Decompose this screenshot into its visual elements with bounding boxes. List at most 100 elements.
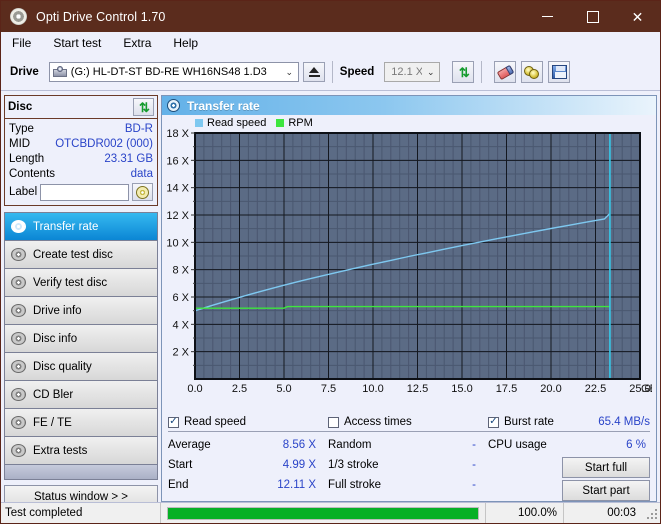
stat-row-full-stroke: Full stroke - bbox=[328, 475, 488, 495]
disc-icon bbox=[11, 248, 26, 261]
sidebar-item-fe-te[interactable]: FE / TE bbox=[5, 409, 157, 437]
menu-start-test[interactable]: Start test bbox=[51, 34, 112, 52]
stat-key: End bbox=[168, 479, 188, 491]
erase-disc-button[interactable] bbox=[494, 61, 516, 83]
close-button[interactable]: ✕ bbox=[615, 1, 660, 32]
svg-text:0.0: 0.0 bbox=[187, 383, 202, 395]
burst-rate-label-group: ✓ Burst rate bbox=[488, 416, 554, 428]
legend-swatch-read-speed bbox=[195, 119, 203, 127]
disc-refresh-button[interactable]: ⇅ bbox=[133, 98, 154, 116]
sidebar-item-create-test-disc[interactable]: Create test disc bbox=[5, 241, 157, 269]
page-title: Transfer rate bbox=[187, 99, 260, 113]
sidebar-item-disc-info[interactable]: Disc info bbox=[5, 325, 157, 353]
eraser-icon bbox=[497, 64, 514, 79]
sidebar-item-cd-bler[interactable]: CD Bler bbox=[5, 381, 157, 409]
disc-label-apply-button[interactable] bbox=[132, 183, 153, 201]
stat-key: Average bbox=[168, 439, 211, 451]
read-speed-checkbox[interactable]: ✓ bbox=[168, 417, 179, 428]
main-content: Disc ⇅ Type BD-R MID OTCBDR002 (000) bbox=[1, 91, 660, 493]
svg-text:2.5: 2.5 bbox=[232, 383, 247, 395]
drive-label: Drive bbox=[10, 66, 39, 78]
stat-row-end: End 12.11 X bbox=[168, 475, 328, 495]
panel-header: Transfer rate bbox=[162, 96, 656, 115]
sidebar-item-label: Disc quality bbox=[33, 361, 92, 373]
menu-extra[interactable]: Extra bbox=[121, 34, 162, 52]
stat-value: - bbox=[472, 459, 476, 471]
disc-row-value: BD-R bbox=[125, 123, 153, 135]
read-speed-checkbox-row[interactable]: ✓ Read speed bbox=[168, 415, 328, 432]
stat-value: 4.99 X bbox=[283, 459, 316, 471]
drive-select-value: (G:) HL-DT-ST BD-RE WH16NS48 1.D3 bbox=[71, 66, 281, 78]
stat-value: - bbox=[472, 439, 476, 451]
progress-bar bbox=[161, 503, 486, 523]
stat-value: 8.56 X bbox=[283, 439, 316, 451]
burst-rate-checkbox[interactable]: ✓ bbox=[488, 417, 499, 428]
disc-icon bbox=[11, 220, 26, 233]
burst-rate-checkbox-row[interactable]: ✓ Burst rate 65.4 MB/s bbox=[488, 415, 650, 432]
app-window: Opti Drive Control 1.70 ✕ File Start tes… bbox=[0, 0, 661, 524]
sidebar-item-label: FE / TE bbox=[33, 417, 72, 429]
svg-text:10.0: 10.0 bbox=[362, 383, 383, 395]
menu-bar: File Start test Extra Help bbox=[1, 32, 660, 54]
stat-value: 12.11 X bbox=[277, 479, 316, 491]
disc-icon bbox=[11, 304, 26, 317]
sidebar-item-transfer-rate[interactable]: Transfer rate bbox=[5, 213, 157, 241]
sidebar-item-label: Disc info bbox=[33, 333, 77, 345]
disc-icon bbox=[167, 99, 180, 112]
menu-file[interactable]: File bbox=[10, 34, 42, 52]
maximize-button[interactable] bbox=[570, 1, 615, 32]
svg-text:12 X: 12 X bbox=[166, 210, 189, 222]
sidebar-item-drive-info[interactable]: Drive info bbox=[5, 297, 157, 325]
sidebar-item-label: Extra tests bbox=[33, 445, 87, 457]
stat-key: 1/3 stroke bbox=[328, 459, 379, 471]
nav-list: Transfer rate Create test disc Verify te… bbox=[4, 212, 158, 465]
resize-grip[interactable] bbox=[644, 506, 658, 520]
access-times-checkbox[interactable] bbox=[328, 417, 339, 428]
legend-label-read-speed: Read speed bbox=[207, 117, 266, 129]
start-full-label: Start full bbox=[585, 462, 627, 474]
stat-key: Start bbox=[168, 459, 192, 471]
close-icon: ✕ bbox=[632, 10, 644, 24]
start-full-button[interactable]: Start full bbox=[562, 457, 650, 478]
stat-key: CPU usage bbox=[488, 439, 547, 451]
access-times-checkbox-row[interactable]: Access times bbox=[328, 415, 488, 432]
access-times-checkbox-label: Access times bbox=[344, 416, 412, 428]
stat-value: 6 % bbox=[626, 439, 646, 451]
elapsed-time: 00:03 bbox=[564, 503, 644, 523]
stat-row-cpu-usage: CPU usage 6 % bbox=[488, 435, 650, 455]
read-speed-checkbox-label: Read speed bbox=[184, 416, 246, 428]
svg-text:2 X: 2 X bbox=[172, 347, 189, 359]
stat-row-third-stroke: 1/3 stroke - bbox=[328, 455, 488, 475]
disc-info-rows: Type BD-R MID OTCBDR002 (000) Length 23.… bbox=[5, 119, 157, 205]
transfer-rate-chart: Read speed RPM 2 X4 X6 X8 X10 X12 X14 X1… bbox=[162, 115, 656, 412]
start-part-label: Start part bbox=[582, 485, 629, 497]
menu-help[interactable]: Help bbox=[171, 34, 209, 52]
disc-row-contents: Contents data bbox=[9, 166, 153, 181]
chart-legend: Read speed RPM bbox=[195, 117, 319, 129]
svg-text:6 X: 6 X bbox=[172, 292, 189, 304]
sidebar-item-disc-quality[interactable]: Disc quality bbox=[5, 353, 157, 381]
refresh-drive-button[interactable]: ⇅ bbox=[452, 61, 474, 83]
disc-label-input[interactable] bbox=[40, 184, 129, 201]
drive-icon bbox=[53, 66, 67, 79]
disc-icon bbox=[11, 360, 26, 373]
window-title: Opti Drive Control 1.70 bbox=[36, 10, 165, 24]
eject-bar bbox=[309, 75, 320, 77]
drive-select[interactable]: (G:) HL-DT-ST BD-RE WH16NS48 1.D3 ⌄ bbox=[49, 62, 299, 82]
start-part-button[interactable]: Start part bbox=[562, 480, 650, 501]
progress-fill bbox=[168, 508, 478, 519]
sidebar-item-label: Verify test disc bbox=[33, 277, 107, 289]
svg-text:15.0: 15.0 bbox=[451, 383, 472, 395]
save-results-button[interactable] bbox=[548, 61, 570, 83]
toolbar-divider-2 bbox=[481, 61, 482, 83]
sidebar-item-extra-tests[interactable]: Extra tests bbox=[5, 437, 157, 465]
disc-icon bbox=[11, 276, 26, 289]
sidebar-item-verify-test-disc[interactable]: Verify test disc bbox=[5, 269, 157, 297]
progress-percent: 100.0% bbox=[486, 503, 564, 523]
copy-disc-button[interactable] bbox=[521, 61, 543, 83]
stat-key: Full stroke bbox=[328, 479, 381, 491]
minimize-button[interactable] bbox=[525, 1, 570, 32]
speed-select[interactable]: 12.1 X ⌄ bbox=[384, 62, 440, 82]
two-discs-icon bbox=[524, 66, 540, 79]
eject-button[interactable] bbox=[303, 62, 325, 82]
